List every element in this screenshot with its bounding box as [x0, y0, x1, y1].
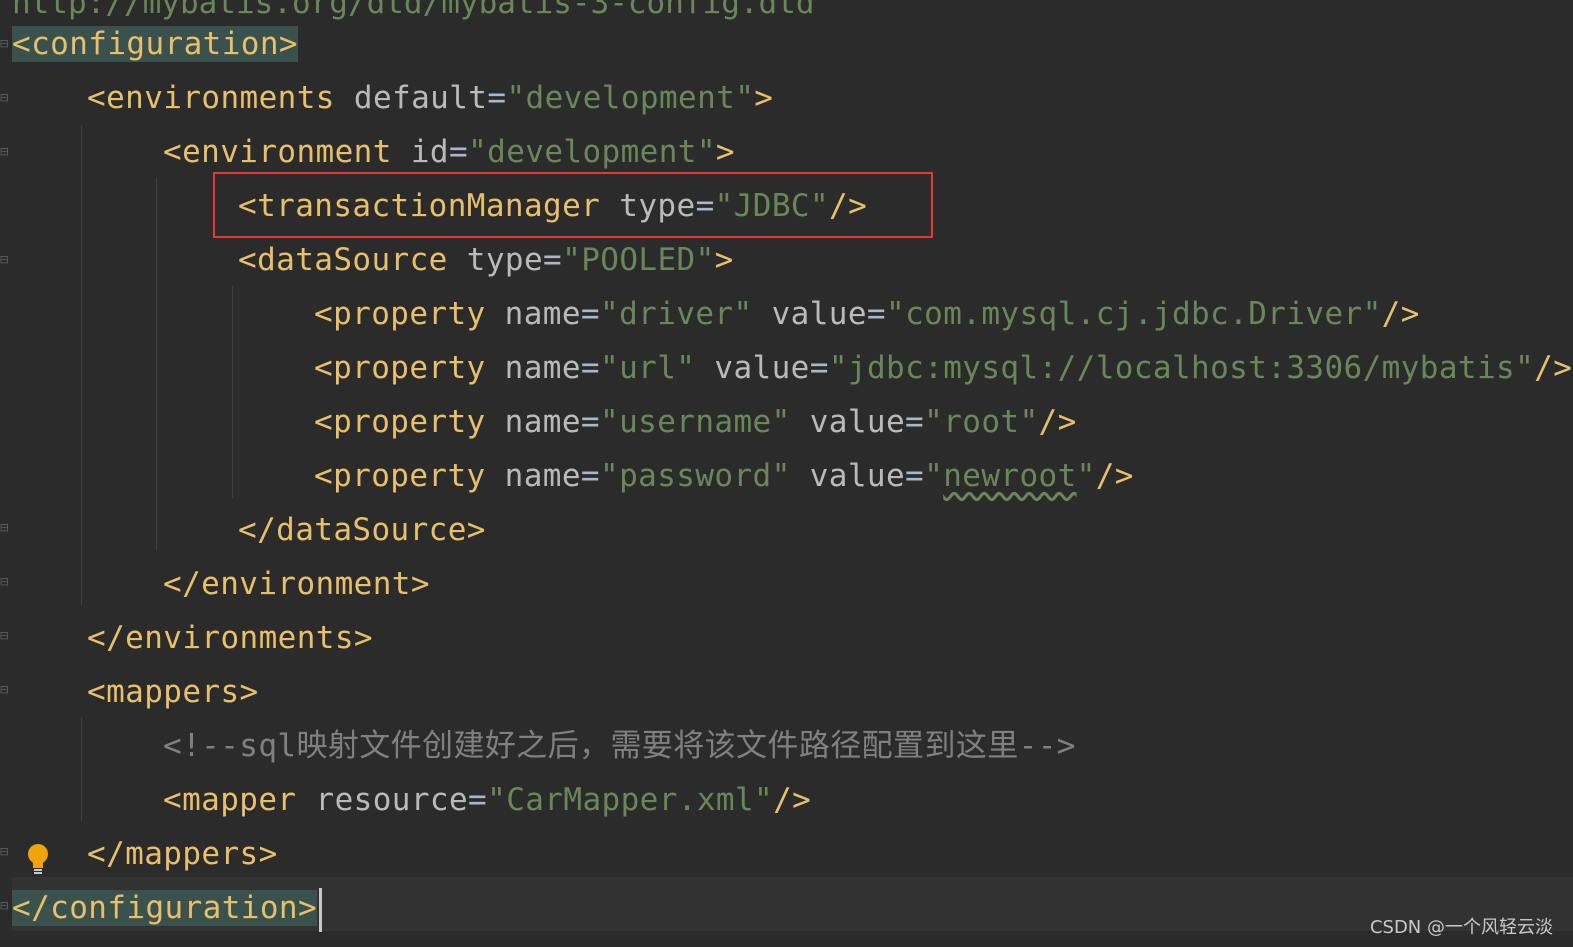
xml-tag: <environments	[87, 80, 335, 116]
code-line[interactable]: <property name="password" value="newroot…	[314, 449, 1134, 503]
xml-comment: <!--sql	[163, 728, 297, 764]
xml-value: "url"	[600, 350, 696, 386]
code-line[interactable]: <mapper resource="CarMapper.xml"/>	[163, 773, 811, 827]
xml-attribute: value	[809, 404, 906, 440]
xml-value: "username"	[600, 404, 791, 440]
xml-attribute: resource	[315, 782, 469, 818]
xml-value: "development"	[506, 80, 755, 116]
xml-tag: </mappers>	[87, 836, 278, 872]
xml-attribute: type	[466, 242, 544, 278]
fold-icon[interactable]: ⊟	[0, 519, 8, 537]
xml-value: "password"	[600, 458, 791, 494]
xml-tag: <environment	[163, 134, 392, 170]
xml-attribute: default	[353, 80, 488, 116]
fold-icon[interactable]: ⊟	[0, 843, 8, 861]
indent-guide	[232, 286, 233, 498]
xml-value: "jdbc:mysql://localhost:3306/mybatis"	[828, 350, 1535, 386]
xml-tag: <mappers>	[87, 674, 259, 710]
xml-tag: <dataSource	[238, 242, 448, 278]
xml-tag: </dataSource>	[238, 512, 486, 548]
code-line[interactable]: </environment>	[163, 557, 430, 611]
code-line[interactable]: <property name="username" value="root"/>	[314, 395, 1077, 449]
xml-tag: <property	[314, 296, 486, 332]
fold-icon[interactable]: ⊟	[0, 573, 8, 591]
indent-guide	[156, 178, 157, 550]
fold-icon[interactable]: ⊟	[0, 89, 8, 107]
code-line[interactable]: </configuration>	[12, 881, 323, 935]
xml-value: "development"	[468, 134, 716, 170]
xml-attribute: value	[809, 458, 906, 494]
code-line[interactable]: <dataSource type="POOLED">	[238, 233, 734, 287]
watermark: CSDN @一个风轻云淡	[1369, 917, 1553, 938]
text-caret	[319, 887, 323, 932]
xml-attribute: id	[410, 134, 449, 170]
code-line[interactable]: </mappers>	[87, 827, 278, 881]
xml-attribute: name	[504, 458, 581, 494]
fold-icon[interactable]: ⊟	[0, 251, 8, 269]
code-line[interactable]: <property name="url" value="jdbc:mysql:/…	[314, 341, 1572, 395]
indent-guide	[81, 125, 82, 605]
xml-attribute: name	[504, 404, 581, 440]
xml-attribute: value	[714, 350, 810, 386]
fold-icon[interactable]: ⊟	[0, 35, 8, 53]
code-line[interactable]: </dataSource>	[238, 503, 486, 557]
fold-icon[interactable]: ⊟	[0, 897, 8, 915]
code-line[interactable]: <configuration>	[12, 17, 298, 71]
code-line[interactable]: </environments>	[87, 611, 373, 665]
xml-comment-text: 映射文件创建好之后，需要将该文件路径配置到这里	[296, 728, 1019, 764]
lightbulb-icon[interactable]	[26, 843, 50, 875]
xml-tag: <property	[314, 404, 486, 440]
xml-value: "driver"	[600, 296, 753, 332]
code-line[interactable]: <environments default="development">	[87, 71, 773, 125]
indent-guide	[81, 717, 82, 821]
xml-tag: </environments>	[87, 620, 373, 656]
xml-value: "POOLED"	[562, 242, 715, 278]
xml-tag: </configuration>	[12, 890, 318, 926]
highlight-annotation-box	[213, 172, 933, 238]
xml-value: "root"	[924, 404, 1039, 440]
xml-tag: <configuration>	[12, 26, 298, 62]
code-line[interactable]: <!--sql映射文件创建好之后，需要将该文件路径配置到这里-->	[163, 719, 1076, 773]
fold-icon[interactable]: ⊟	[0, 627, 8, 645]
xml-attribute: name	[504, 296, 581, 332]
xml-value: "com.mysql.cj.jdbc.Driver"	[886, 296, 1382, 332]
xml-value: "CarMapper.xml"	[487, 782, 774, 818]
code-line[interactable]: <environment id="development">	[163, 125, 735, 179]
xml-tag: <property	[314, 458, 486, 494]
xml-tag: <property	[314, 350, 486, 386]
code-line[interactable]: <mappers>	[87, 665, 259, 719]
typo-warning-value[interactable]: newroot	[943, 458, 1076, 494]
xml-attribute: name	[504, 350, 581, 386]
xml-tag: <mapper	[163, 782, 297, 818]
code-line[interactable]: <property name="driver" value="com.mysql…	[314, 287, 1420, 341]
fold-icon[interactable]: ⊟	[0, 681, 8, 699]
code-editor[interactable]: http://mybatis.org/dtd/mybatis-3-config.…	[0, 0, 1573, 947]
xml-attribute: value	[771, 296, 867, 332]
xml-tag: </environment>	[163, 566, 430, 602]
fold-icon[interactable]: ⊟	[0, 143, 8, 161]
